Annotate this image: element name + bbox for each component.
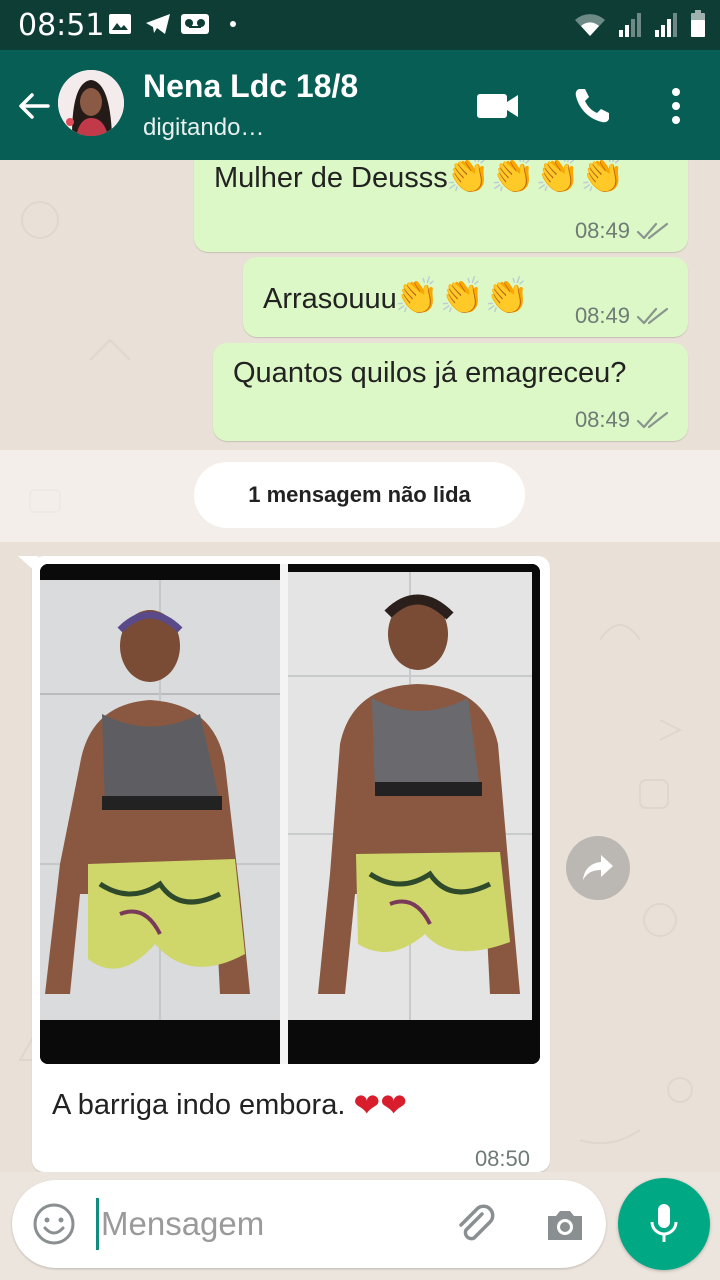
before-after-photo bbox=[40, 564, 540, 1064]
signal-icon bbox=[655, 13, 677, 37]
telegram-icon bbox=[146, 14, 170, 34]
video-call-icon[interactable] bbox=[472, 80, 524, 132]
incoming-image-message[interactable]: A barriga indo embora. ❤❤ 08:50 bbox=[32, 556, 550, 1172]
gallery-icon bbox=[109, 14, 131, 34]
mic-icon bbox=[650, 1204, 678, 1242]
wifi-icon bbox=[575, 14, 605, 37]
heart-emoji: ❤❤ bbox=[353, 1087, 408, 1123]
message-text: Quantos quilos já emagreceu? bbox=[233, 357, 627, 389]
clap-emoji: 👏👏👏👏 bbox=[445, 160, 626, 195]
attach-icon[interactable] bbox=[452, 1202, 498, 1248]
forward-button[interactable] bbox=[566, 836, 630, 900]
message-text: Arrasouuu bbox=[263, 283, 397, 315]
status-time: 08:51 bbox=[18, 8, 105, 43]
message-input[interactable] bbox=[96, 1198, 436, 1250]
camera-icon[interactable] bbox=[542, 1202, 588, 1248]
more-vert-icon[interactable] bbox=[650, 80, 702, 132]
back-arrow-icon[interactable] bbox=[12, 84, 56, 128]
signal-icon bbox=[619, 13, 641, 37]
message-time: 08:49 bbox=[574, 218, 630, 243]
message-text: Mulher de Deusss bbox=[214, 162, 448, 194]
image-caption: A barriga indo embora. bbox=[52, 1088, 346, 1121]
emoji-icon[interactable] bbox=[32, 1202, 76, 1246]
outgoing-message[interactable]: Mulher de Deusss👏👏👏👏 08:49 bbox=[194, 160, 688, 252]
message-time: 08:49 bbox=[574, 303, 630, 328]
chat-area[interactable]: Mulher de Deusss👏👏👏👏 08:49 Arrasouuu👏👏👏 … bbox=[0, 160, 720, 1172]
status-bar: 08:51 bbox=[0, 0, 720, 50]
outgoing-message[interactable]: Quantos quilos já emagreceu? 08:49 bbox=[213, 343, 688, 441]
clap-emoji: 👏👏👏 bbox=[394, 275, 530, 316]
double-check-icon bbox=[636, 222, 669, 240]
contact-avatar[interactable] bbox=[58, 70, 124, 136]
message-time: 08:50 bbox=[474, 1146, 530, 1171]
contact-name[interactable]: Nena Ldc 18/8 bbox=[143, 68, 358, 105]
double-check-icon bbox=[636, 307, 669, 325]
message-time: 08:49 bbox=[574, 407, 630, 432]
chat-header: Nena Ldc 18/8 digitando… bbox=[0, 50, 720, 160]
dot-icon bbox=[230, 21, 236, 27]
phone-icon[interactable] bbox=[566, 80, 618, 132]
battery-icon bbox=[691, 10, 705, 37]
forward-icon bbox=[583, 855, 613, 880]
double-check-icon bbox=[636, 411, 669, 429]
voicemail-icon bbox=[181, 14, 209, 34]
outgoing-message[interactable]: Arrasouuu👏👏👏 08:49 bbox=[243, 257, 688, 337]
typing-status: digitando… bbox=[143, 114, 265, 141]
unread-label: 1 mensagem não lida bbox=[194, 462, 525, 528]
message-composer bbox=[12, 1180, 606, 1268]
mic-button[interactable] bbox=[618, 1178, 710, 1270]
message-photo[interactable] bbox=[40, 564, 540, 1064]
